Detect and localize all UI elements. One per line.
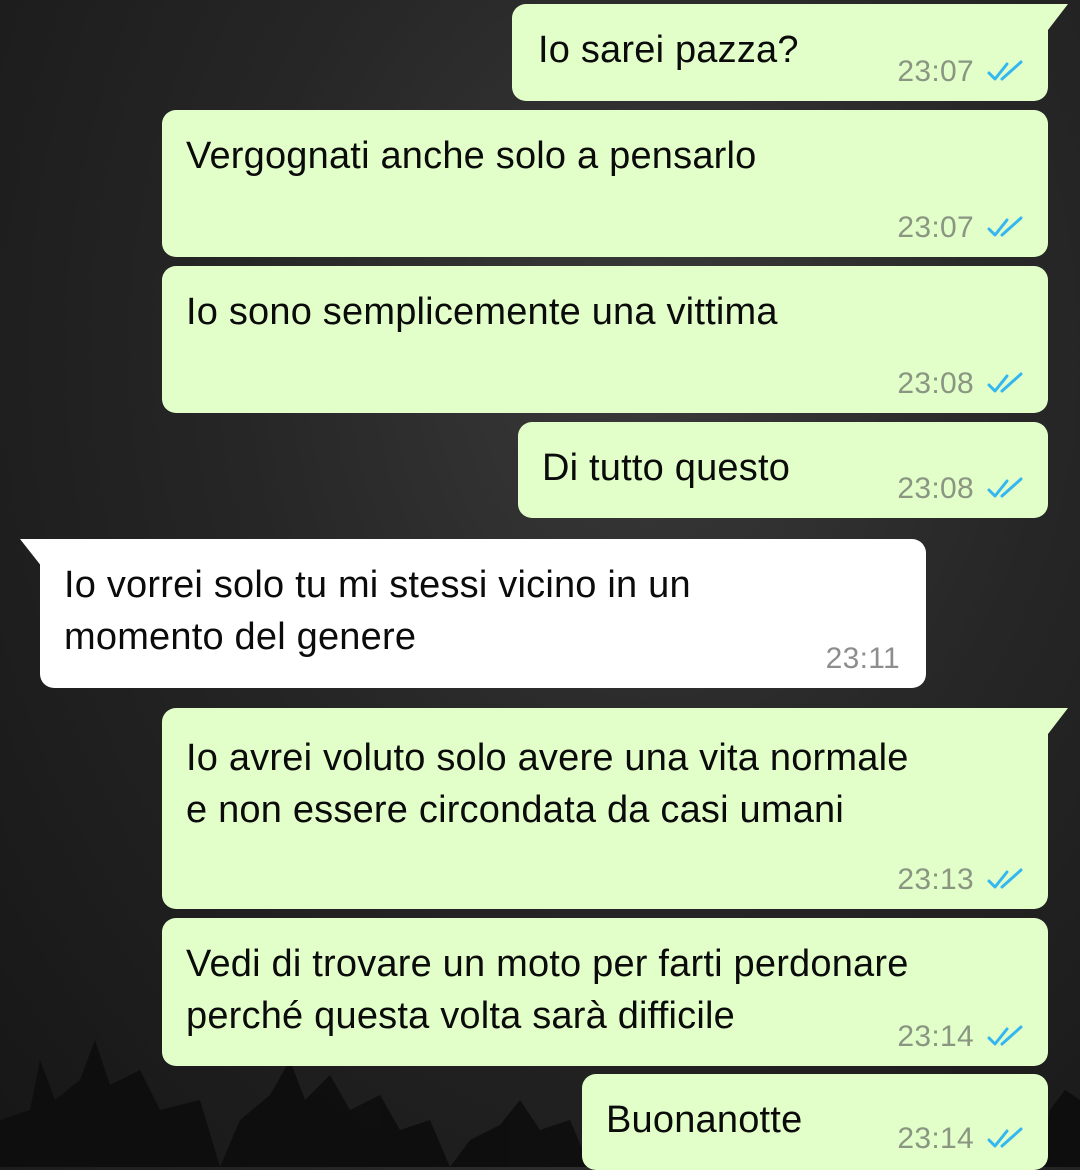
double-check-icon [987,1127,1023,1148]
message-meta: 23:07 [897,211,1026,245]
message-text: Di tutto questo [542,447,791,489]
message-meta: 23:11 [826,642,900,676]
double-check-icon [987,1025,1023,1046]
message-text: e non essere circondata da casi umani [186,789,845,831]
double-check-icon [987,372,1023,393]
message-time: 23:07 [897,211,974,244]
message-time: 23:08 [897,472,974,505]
double-check-icon [987,60,1023,81]
message-text: Io avrei voluto solo avere una vita norm… [186,737,909,779]
incoming-message[interactable]: Io vorrei solo tu mi stessi vicino in un… [40,539,926,688]
message-meta: 23:08 [897,367,1026,401]
message-time: 23:08 [897,367,974,400]
message-text: Io vorrei solo tu mi stessi vicino in un [64,564,691,606]
message-time: 23:14 [897,1122,974,1155]
message-meta: 23:07 [897,55,1026,89]
message-text: perché questa volta sarà difficile [186,995,735,1037]
message-text: momento del genere [64,616,417,658]
outgoing-message[interactable]: Io avrei voluto solo avere una vita norm… [162,708,1048,909]
message-meta: 23:14 [897,1020,1026,1054]
message-time: 23:11 [825,642,900,675]
message-text: Io sono semplicemente una vittima [186,291,778,333]
outgoing-message[interactable]: Di tutto questo 23:08 [518,422,1048,518]
message-time: 23:13 [897,863,974,896]
outgoing-message[interactable]: Vergognati anche solo a pensarlo 23:07 [162,110,1048,257]
double-check-icon [987,477,1023,498]
outgoing-message[interactable]: Vedi di trovare un moto per farti perdon… [162,918,1048,1066]
message-text: Buonanotte [606,1099,803,1141]
message-meta: 23:13 [897,863,1026,897]
outgoing-message[interactable]: Io sarei pazza? 23:07 [512,4,1048,101]
message-text: Io sarei pazza? [538,29,799,71]
double-check-icon [987,216,1023,237]
outgoing-message[interactable]: Io sono semplicemente una vittima 23:08 [162,266,1048,413]
message-meta: 23:14 [897,1122,1026,1156]
message-meta: 23:08 [897,472,1026,506]
message-text: Vedi di trovare un moto per farti perdon… [186,943,909,985]
message-text: Vergognati anche solo a pensarlo [186,135,757,177]
message-time: 23:07 [897,55,974,88]
outgoing-message[interactable]: Buonanotte 23:14 [582,1074,1048,1170]
double-check-icon [987,868,1023,889]
message-time: 23:14 [897,1020,974,1053]
